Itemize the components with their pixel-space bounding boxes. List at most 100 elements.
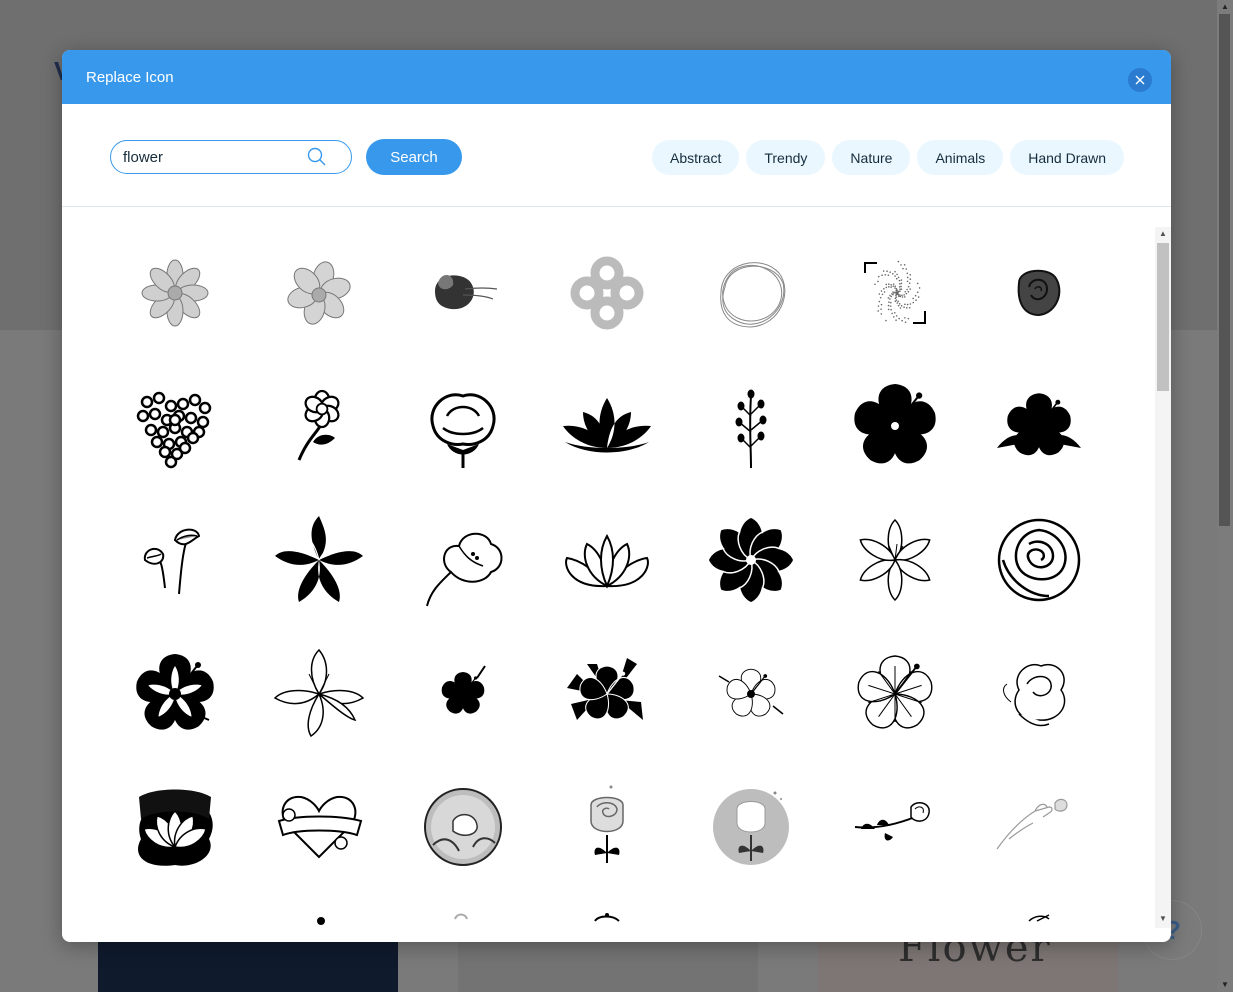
dialog-header: Replace Icon [62,50,1171,104]
icon-result-item[interactable] [413,911,513,928]
icon-result-item[interactable] [125,510,225,610]
tulip-rose-icon [590,785,624,863]
icon-result-item[interactable] [989,644,1089,744]
scribble-circle-icon [720,262,786,328]
icon-result-item[interactable] [845,376,945,476]
icon-result-item[interactable] [269,911,369,928]
icon-result-item[interactable] [269,376,369,476]
category-abstract[interactable]: Abstract [652,140,740,175]
page-scroll-up-icon[interactable]: ▲ [1221,2,1229,11]
lily-outline-icon [426,532,503,607]
icon-result-item[interactable] [125,376,225,476]
scroll-up-icon[interactable]: ▲ [1159,229,1167,238]
partial-icon-7 [1028,914,1050,922]
hibiscus-leaves-icon [997,393,1081,456]
page-scroll-down-icon[interactable]: ▼ [1221,980,1229,989]
hand-flower-icon [996,798,1068,850]
rose-circle-badge-icon [713,789,789,865]
search-icon[interactable] [307,147,327,167]
dialog-title: Replace Icon [86,69,174,86]
partial-icon-5 [701,911,801,928]
scroll-thumb[interactable] [1157,243,1169,391]
icon-result-item[interactable] [989,777,1089,877]
icon-result-item[interactable] [845,911,945,928]
icon-result-item[interactable] [989,510,1089,610]
close-icon [1135,75,1145,85]
icon-result-item[interactable] [269,243,369,343]
icon-result-item[interactable] [269,777,369,877]
icon-result-item[interactable] [413,243,513,343]
icon-result-item[interactable] [989,911,1089,928]
hibiscus-line-icon [857,655,933,729]
lotus-black-icon [563,398,651,453]
icon-result-item[interactable] [413,777,513,877]
search-toolbar: Search Abstract Trendy Nature Animals Ha… [62,104,1171,207]
lily-sketch-icon [273,648,365,738]
lily-line-icon [859,518,931,602]
results-scrollbar[interactable]: ▲ ▼ [1155,227,1171,928]
cosmos-flower-gray-2-icon [287,261,351,325]
rose-sketch-icon [1003,663,1066,727]
icon-result-item[interactable] [125,911,225,928]
gray-clover-icon [570,256,644,330]
curved-stem-flower-icon [297,389,340,461]
icon-result-item[interactable] [845,243,945,343]
flower-heart-icon [131,391,219,469]
lily-black-icon [275,516,363,602]
bird-badge-icon [424,788,502,866]
brush-stroke-blob-icon [435,274,498,310]
lotus-pad-icon [138,789,213,866]
hibiscus-small-icon [441,665,486,714]
icon-result-item[interactable] [989,376,1089,476]
partial-icon-3 [454,913,468,920]
icon-result-item[interactable] [413,376,513,476]
icon-results-grid [62,207,1155,928]
rose-outline-icon [997,518,1081,602]
icon-result-item[interactable] [557,777,657,877]
icon-result-item[interactable] [125,777,225,877]
icon-result-item[interactable] [413,510,513,610]
icon-result-item[interactable] [125,644,225,744]
icon-result-item[interactable] [125,243,225,343]
icon-result-item[interactable] [557,911,657,928]
search-button[interactable]: Search [366,139,462,175]
page-scrollbar[interactable]: ▲ ▼ [1217,0,1233,992]
partial-icon-1 [125,911,225,928]
icon-result-item[interactable] [701,510,801,610]
icon-result-item[interactable] [701,376,801,476]
icon-result-item[interactable] [557,644,657,744]
partial-icon-2 [317,917,325,925]
partial-icon-4 [594,913,620,922]
icon-result-item[interactable] [845,777,945,877]
icon-result-item[interactable] [269,644,369,744]
icon-result-item[interactable] [701,911,801,928]
hibiscus-thin-icon [718,668,784,717]
icon-result-item[interactable] [989,243,1089,343]
cosmos-flower-gray-icon [141,259,209,327]
icon-result-item[interactable] [845,510,945,610]
category-animals[interactable]: Animals [917,140,1004,175]
search-input[interactable] [123,147,303,167]
lotus-outline-icon [565,533,649,589]
icon-result-item[interactable] [701,243,801,343]
category-hand-drawn[interactable]: Hand Drawn [1010,140,1125,175]
icon-result-item[interactable] [413,644,513,744]
rose-swirl-icon [1017,269,1061,317]
icon-result-item[interactable] [557,510,657,610]
icon-result-item[interactable] [701,644,801,744]
icon-result-item[interactable] [845,644,945,744]
page-scroll-thumb[interactable] [1219,14,1230,526]
replace-icon-dialog: Replace Icon Search Abstract Trendy Natu… [62,50,1171,942]
icon-result-item[interactable] [557,376,657,476]
calla-lily-icon [143,528,201,595]
mandala-flower-icon [709,518,793,602]
search-box[interactable] [110,140,352,174]
category-trendy[interactable]: Trendy [746,140,826,175]
icon-result-item[interactable] [701,777,801,877]
icon-result-item[interactable] [557,243,657,343]
scroll-down-icon[interactable]: ▼ [1159,914,1167,923]
close-button[interactable] [1128,68,1152,92]
category-nature[interactable]: Nature [832,140,911,175]
icon-result-item[interactable] [269,510,369,610]
partial-icon-6 [845,911,945,928]
